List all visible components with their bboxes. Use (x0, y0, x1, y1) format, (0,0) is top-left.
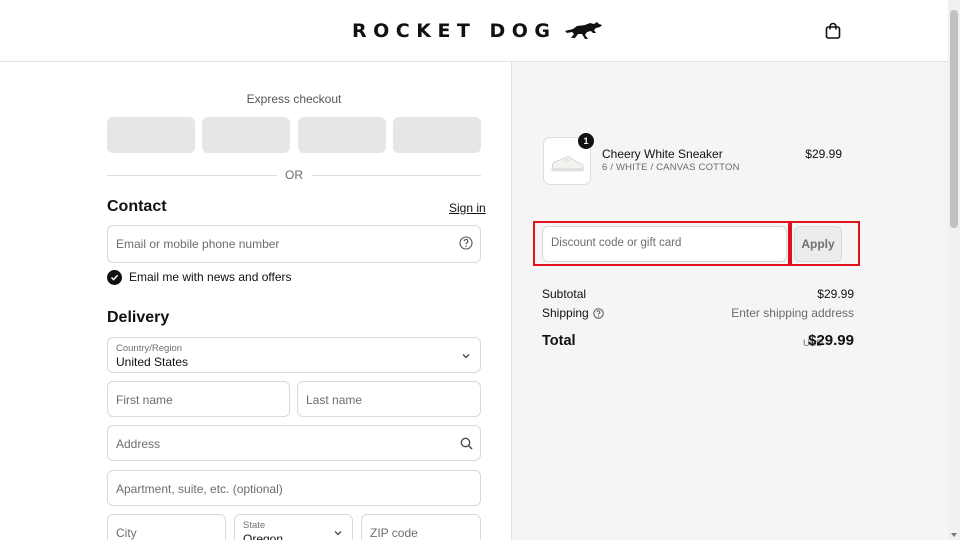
shipping-value: Enter shipping address (731, 306, 854, 320)
or-divider: OR (107, 167, 481, 183)
address-placeholder: Address (116, 437, 161, 451)
state-label: State (243, 520, 266, 531)
newsletter-checkbox[interactable]: Email me with news and offers (107, 268, 292, 286)
country-label: Country/Region (116, 343, 183, 354)
contact-heading: Contact (107, 198, 167, 215)
zip-field[interactable]: ZIP code (361, 514, 481, 540)
first-name-field[interactable]: First name (107, 381, 290, 417)
discount-placeholder: Discount code or gift card (551, 237, 682, 249)
shopping-bag-icon (825, 22, 841, 39)
checkbox-checked-icon (107, 269, 122, 285)
newsletter-label: Email me with news and offers (129, 270, 292, 284)
shipping-row-label: Shipping (542, 306, 604, 320)
express-pay-button-2[interactable] (202, 117, 290, 153)
sign-in-link[interactable]: Sign in (449, 201, 486, 215)
country-select[interactable]: Country/Region United States (107, 337, 481, 373)
page-scrollbar[interactable] (948, 0, 960, 540)
apartment-field[interactable]: Apartment, suite, etc. (optional) (107, 470, 481, 506)
express-pay-button-3[interactable] (298, 117, 386, 153)
zip-placeholder: ZIP code (370, 526, 418, 540)
express-checkout-label: Express checkout (246, 92, 342, 106)
total-label: Total (542, 333, 576, 349)
chevron-down-icon (334, 531, 342, 536)
brand-logo[interactable]: ROCKET DOG (352, 18, 603, 44)
brand-name: ROCKET DOG (352, 20, 557, 42)
first-name-placeholder: First name (116, 393, 173, 407)
apartment-placeholder: Apartment, suite, etc. (optional) (116, 482, 283, 496)
cart-button[interactable] (822, 20, 844, 42)
header: ROCKET DOG (0, 0, 948, 62)
running-dog-logo-icon (564, 22, 602, 39)
scroll-down-arrow-icon[interactable] (951, 533, 957, 537)
city-placeholder: City (116, 526, 137, 540)
total-value: $29.99 (808, 332, 854, 349)
help-icon[interactable] (592, 307, 604, 319)
address-field[interactable]: Address (107, 425, 481, 461)
email-field[interactable]: Email or mobile phone number (107, 225, 481, 263)
apply-button[interactable]: Apply (794, 226, 842, 262)
subtotal-value: $29.99 (817, 287, 854, 301)
express-pay-button-4[interactable] (393, 117, 481, 153)
help-icon[interactable] (459, 236, 473, 250)
discount-code-input[interactable]: Discount code or gift card (542, 226, 787, 262)
state-select[interactable]: State Oregon (234, 514, 353, 540)
subtotal-label: Subtotal (542, 287, 587, 301)
state-value: Oregon (243, 532, 284, 540)
product-name: Cheery White Sneaker (602, 147, 723, 161)
email-placeholder: Email or mobile phone number (116, 237, 280, 251)
product-variant: 6 / WHITE / CANVAS COTTON (602, 162, 740, 173)
scrollbar-thumb[interactable] (950, 10, 958, 228)
order-summary-panel (511, 62, 948, 540)
chevron-down-icon (462, 354, 470, 359)
delivery-heading: Delivery (107, 309, 170, 326)
search-icon (460, 437, 473, 450)
last-name-field[interactable]: Last name (297, 381, 481, 417)
express-pay-button-1[interactable] (107, 117, 195, 153)
shipping-label: Shipping (542, 306, 589, 320)
quantity-badge: 1 (578, 133, 594, 149)
last-name-placeholder: Last name (306, 393, 363, 407)
divider-line-right (312, 175, 481, 176)
country-value: United States (116, 355, 189, 369)
product-price: $29.99 (805, 147, 842, 161)
city-field[interactable]: City (107, 514, 226, 540)
